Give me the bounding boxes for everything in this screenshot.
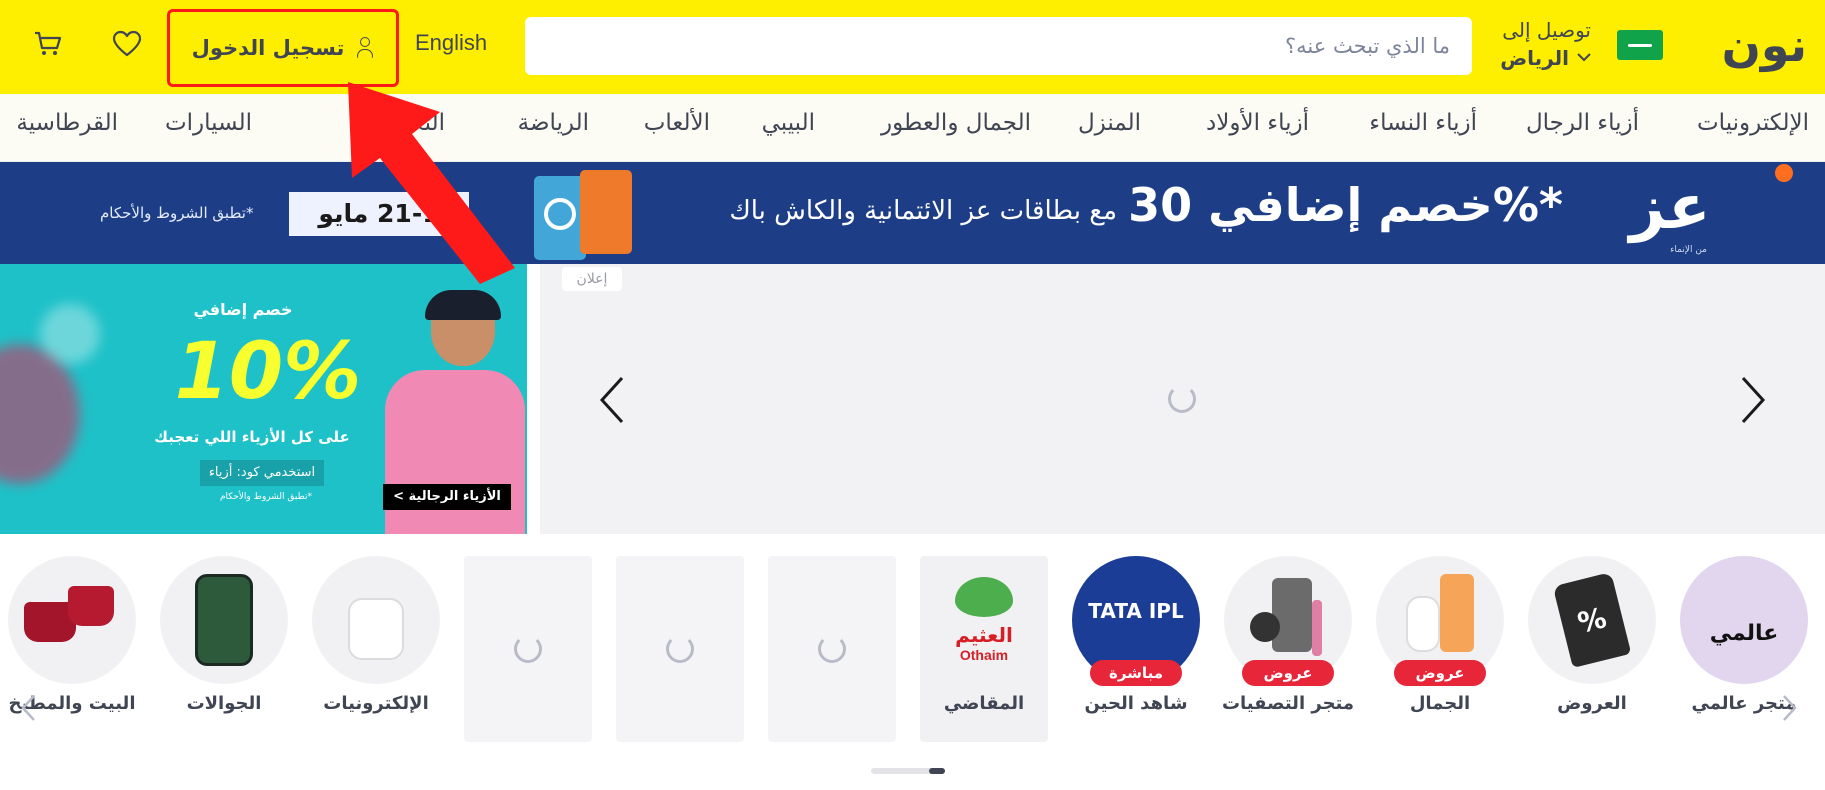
othaim-logo-text-en: Othaim [959,647,1009,663]
category-offers[interactable]: % العروض [1528,556,1656,742]
logo-dot [1775,164,1793,182]
carousel-pagination[interactable] [871,768,945,774]
chevron-down-icon [1577,44,1591,72]
chevron-left-icon [599,376,624,424]
category-beauty[interactable]: عروض الجمال [1376,556,1504,742]
loading-spinner-icon [1168,385,1196,413]
loading-spinner-icon [666,635,694,663]
category-electronics[interactable]: الإلكترونيات [312,556,440,742]
annotation-arrow-icon [348,82,515,284]
category-carousel: عالمي متجر عالمي % العروض عروض الجمال عر… [0,556,1825,746]
user-icon [356,37,374,59]
fashion-terms: *تطبق الشروط والأحكام [219,492,313,502]
noon-logo[interactable]: نون [1722,18,1807,72]
fashion-top-text: خصم إضافي [193,300,293,319]
nav-item-electronics[interactable]: الإلكترونيات [1697,110,1809,136]
offers-tag-image: % [1528,556,1656,684]
category-prev-button[interactable] [10,690,46,726]
category-next-button[interactable] [1772,690,1808,726]
nav-item-beauty[interactable]: الجمال والعطور [881,110,1031,136]
nav-item-women-fashion[interactable]: أزياء النساء [1369,110,1477,136]
carousel-prev-button[interactable] [572,360,652,440]
iphone-image [160,556,288,684]
loading-spinner-icon [818,635,846,663]
fashion-banner[interactable]: خصم إضافي 10% على كل الأزياء اللي تعجبك … [0,264,527,534]
category-placeholder-card[interactable] [768,556,896,742]
category-label: الإلكترونيات [323,693,429,714]
credit-cards-image [534,170,638,260]
nav-item-home[interactable]: المنزل [1078,110,1141,136]
category-label: الجوالات [186,693,262,714]
carousel-next-button[interactable] [1713,360,1793,440]
airpods-image [312,556,440,684]
chevron-left-icon [21,695,35,721]
category-label: شاهد الحين [1084,693,1188,714]
ipl-logo-text: TATA IPL [1088,599,1184,623]
nav-item-stationery[interactable]: القرطاسية [16,110,118,136]
othaim-logo-text: العثيم [955,623,1013,647]
deliver-city[interactable]: الرياض [1471,44,1591,72]
category-watch-now[interactable]: TATA IPL مباشرة شاهد الحين [1072,556,1200,742]
ezz-logo-sub: من الإنماء [1670,245,1707,255]
saudi-flag-icon[interactable] [1617,30,1663,60]
category-label: الجمال [1409,693,1471,714]
nav-item-sports[interactable]: الرياضة [518,110,589,136]
hero-carousel[interactable]: إعلان [540,264,1825,534]
live-badge: مباشرة [1090,660,1182,686]
chevron-right-icon [1783,695,1797,721]
heart-icon[interactable] [112,30,142,62]
fashion-subtitle: على كل الأزياء اللي تعجبك [154,428,350,446]
search-bar[interactable] [525,17,1472,75]
category-label: متجر التصفيات [1221,693,1355,714]
offers-tag-text: % [1552,571,1632,669]
nav-item-kids-fashion[interactable]: أزياء الأولاد [1206,110,1309,136]
promo-strip-banner[interactable]: عز من الإنماء خصم إضافي 30%* مع بطاقات ع… [0,162,1825,264]
promo-terms: *تطبق الشروط والأحكام [100,204,254,222]
othaim-logo-image: العثيم Othaim [920,556,1048,684]
delivery-location[interactable]: توصيل إلى الرياض [1471,16,1591,72]
fashion-code: استخدمي كود: أزياء [200,460,324,486]
category-placeholder-card[interactable] [464,556,592,742]
top-header: نون توصيل إلى الرياض English تسجيل الدخو… [0,0,1825,94]
nav-item-toys[interactable]: الألعاب [644,110,710,136]
category-label: العروض [1557,693,1627,714]
nav-item-automotive[interactable]: السيارات [165,110,252,136]
ezz-logo: عز [1629,170,1711,243]
language-link[interactable]: English [415,30,487,56]
nav-item-baby[interactable]: البيبي [762,110,815,136]
category-groceries[interactable]: العثيم Othaim المقاضي [920,556,1048,742]
signin-button[interactable]: تسجيل الدخول [167,9,399,87]
signin-label: تسجيل الدخول [191,36,345,60]
category-clearance-store[interactable]: عروض متجر التصفيات [1222,556,1354,742]
pagination-active-dot [929,768,945,774]
offers-badge: عروض [1394,660,1486,686]
fashion-discount: 10% [174,327,362,417]
global-store-image: عالمي [1680,556,1808,684]
cart-icon[interactable] [33,30,63,62]
loading-spinner-icon [514,635,542,663]
promo-headline: خصم إضافي 30%* [1128,178,1563,232]
cookware-image [8,556,136,684]
nav-item-men-fashion[interactable]: أزياء الرجال [1526,110,1639,136]
category-nav: الإلكترونيات أزياء الرجال أزياء النساء أ… [0,94,1825,162]
decor-shape [0,344,80,484]
category-mobiles[interactable]: الجوالات [160,556,288,742]
decor-shape [40,304,100,364]
deliver-city-name: الرياض [1500,46,1569,70]
global-store-image-text: عالمي [1709,620,1779,646]
deliver-to-label: توصيل إلى [1502,18,1591,42]
promo-tagline: مع بطاقات عز الائتمانية والكاش باك [729,196,1117,226]
offers-badge: عروض [1242,660,1334,686]
category-placeholder-card[interactable] [616,556,744,742]
chevron-right-icon [1741,376,1766,424]
category-label: المقاضي [943,693,1025,714]
search-input[interactable] [525,34,1450,58]
mens-fashion-cta[interactable]: الأزياء الرجالية > [383,484,511,510]
ad-label: إعلان [562,267,622,291]
